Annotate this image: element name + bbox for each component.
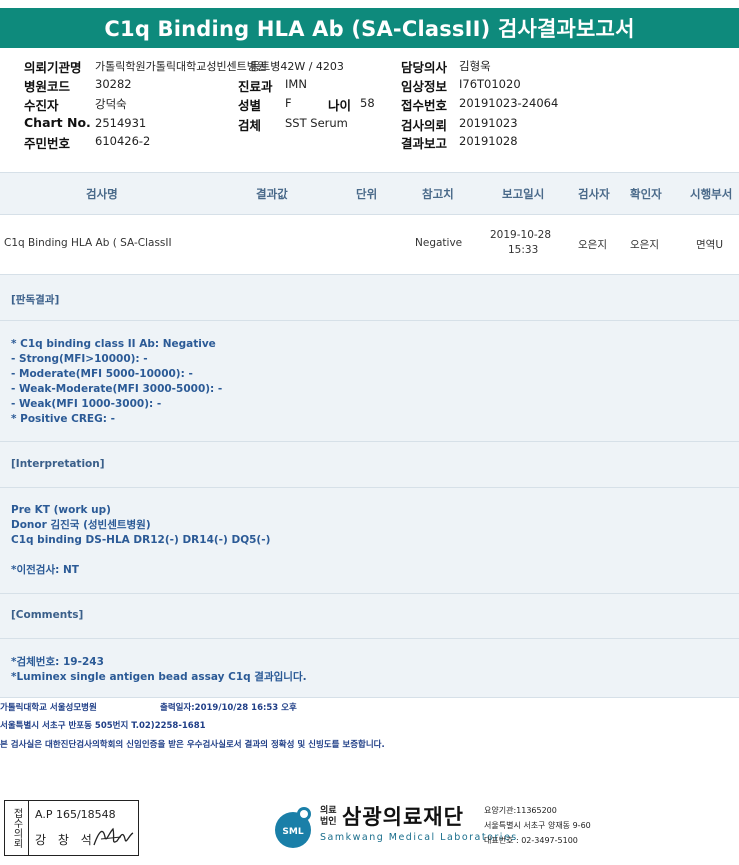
info-label-department: 진료과: [238, 79, 273, 94]
comments-body: *검체번호: 19-243 *Luminex single antigen be…: [11, 656, 307, 683]
print-datetime: 출력일자:2019/10/28 16:53 오후: [160, 703, 297, 713]
info-label-resident-no: 주민번호: [24, 136, 71, 151]
info-value-patient: 강덕숙: [95, 97, 127, 111]
info-value-accession-no: 20191023-24064: [459, 96, 559, 110]
comments-body-block: *검체번호: 19-243 *Luminex single antigen be…: [0, 638, 739, 698]
col-header-test-name: 검사명: [86, 187, 118, 201]
interpretation-body: Pre KT (work up) Donor 김진국 (성빈센트병원) C1q …: [11, 504, 271, 576]
info-value-resident-no: 610426-2: [95, 134, 151, 148]
pathologist-name: 강 창 석: [35, 833, 96, 847]
cell-confirmer: 오은지: [630, 239, 659, 251]
result-grid-header: 검사명 결과값 단위 참고치 보고일시 검사자 확인자 시행부서: [0, 172, 739, 215]
info-label-clinical-info: 임상정보: [401, 79, 448, 94]
info-value-clinical-info: I76T01020: [459, 77, 521, 91]
col-header-reference: 참고치: [422, 187, 454, 201]
info-label-specimen: 검체: [238, 118, 262, 133]
col-header-confirmer: 확인자: [630, 187, 662, 201]
cell-tester: 오은지: [578, 239, 607, 251]
logo-text: SML: [282, 827, 303, 837]
interpretation-body-block: Pre KT (work up) Donor 김진국 (성빈센트병원) C1q …: [0, 487, 739, 593]
stamp-label-col: 접수의뢰: [5, 801, 29, 855]
col-header-tester: 검사자: [578, 187, 610, 201]
judgement-body-block: * C1q binding class II Ab: Negative - St…: [0, 320, 739, 441]
info-value-request-date: 20191023: [459, 116, 518, 130]
report-title: C1q Binding HLA Ab (SA-ClassII) 검사결과보고서: [0, 8, 739, 48]
info-label-accession-no: 접수번호: [401, 98, 448, 113]
cell-reference: Negative: [415, 237, 463, 249]
info-value-report-date: 20191028: [459, 134, 518, 148]
info-label-patient: 수진자: [24, 98, 59, 113]
interpretation-title: [Interpretation]: [11, 458, 105, 470]
info-value-doctor: 김형욱: [459, 59, 491, 73]
info-label-age: 나이: [328, 98, 352, 113]
cell-test-name: C1q Binding HLA Ab ( SA-ClassII: [4, 237, 172, 249]
print-org: 가톨릭대학교 서울성모병원: [0, 703, 97, 713]
org-code: 요양기관:11365200: [484, 806, 557, 815]
col-header-report-time: 보고일시: [502, 187, 545, 201]
sml-logo-icon: SML: [275, 807, 311, 848]
info-label-hospital-code: 병원코드: [24, 79, 71, 94]
cell-department: 면역U: [696, 239, 724, 251]
interpretation-header-block: [Interpretation]: [0, 441, 739, 487]
judgement-body: * C1q binding class II Ab: Negative - St…: [11, 338, 223, 425]
info-label-sex: 성별: [238, 98, 262, 113]
info-label-institution: 의뢰기관명: [24, 60, 82, 75]
stamp-label: 접수의뢰: [11, 808, 22, 848]
info-value-sex: F: [285, 96, 292, 110]
org-name: 삼광의료재단: [342, 805, 464, 829]
info-label-report-date: 결과보고: [401, 136, 448, 151]
info-value-department: IMN: [285, 77, 307, 91]
table-row[interactable]: C1q Binding HLA Ab ( SA-ClassII Negative…: [0, 215, 739, 273]
receipt-stamp-box: 접수의뢰 A.P 165/18548 강 창 석: [4, 800, 139, 856]
info-value-institution: 가톨릭학원가톨릭대학교성빈센트병원: [95, 60, 268, 73]
col-header-result: 결과값: [256, 187, 288, 201]
org-address: 서울특별시 서초구 양재동 9-60: [484, 821, 591, 830]
print-address: 서울특별시 서초구 반포동 505번지 T.02)2258-1681: [0, 721, 206, 731]
info-value-specimen: SST Serum: [285, 116, 348, 130]
info-label-doctor: 담당의사: [401, 60, 448, 75]
comments-header-block: [Comments]: [0, 593, 739, 638]
org-phone: 대표번호 : 02-3497-5100: [484, 836, 578, 845]
info-value-ward: 동트병42W / 4203: [250, 60, 344, 73]
org-type: 의료 법인: [320, 806, 337, 827]
col-header-department: 시행부서: [690, 187, 733, 201]
info-value-hospital-code: 30282: [95, 77, 132, 91]
col-header-unit: 단위: [356, 187, 378, 201]
info-label-chart-no: Chart No.: [24, 115, 91, 130]
info-value-chart-no: 2514931: [95, 116, 147, 130]
judgement-header-block: [판독결과]: [0, 274, 739, 320]
cell-report-date: 2019-10-28: [490, 229, 552, 241]
info-label-request-date: 검사의뢰: [401, 118, 448, 133]
signature-image: [93, 827, 134, 846]
comments-title: [Comments]: [11, 609, 84, 621]
ap-number: A.P 165/18548: [35, 808, 116, 821]
info-value-age: 58: [360, 96, 375, 110]
judgement-title: [판독결과]: [11, 294, 60, 306]
cell-report-time: 15:33: [508, 244, 539, 256]
print-certification: 본 검사실은 대한진단검사의학회의 신임인증을 받은 우수검사실로서 결과의 정…: [0, 740, 385, 750]
